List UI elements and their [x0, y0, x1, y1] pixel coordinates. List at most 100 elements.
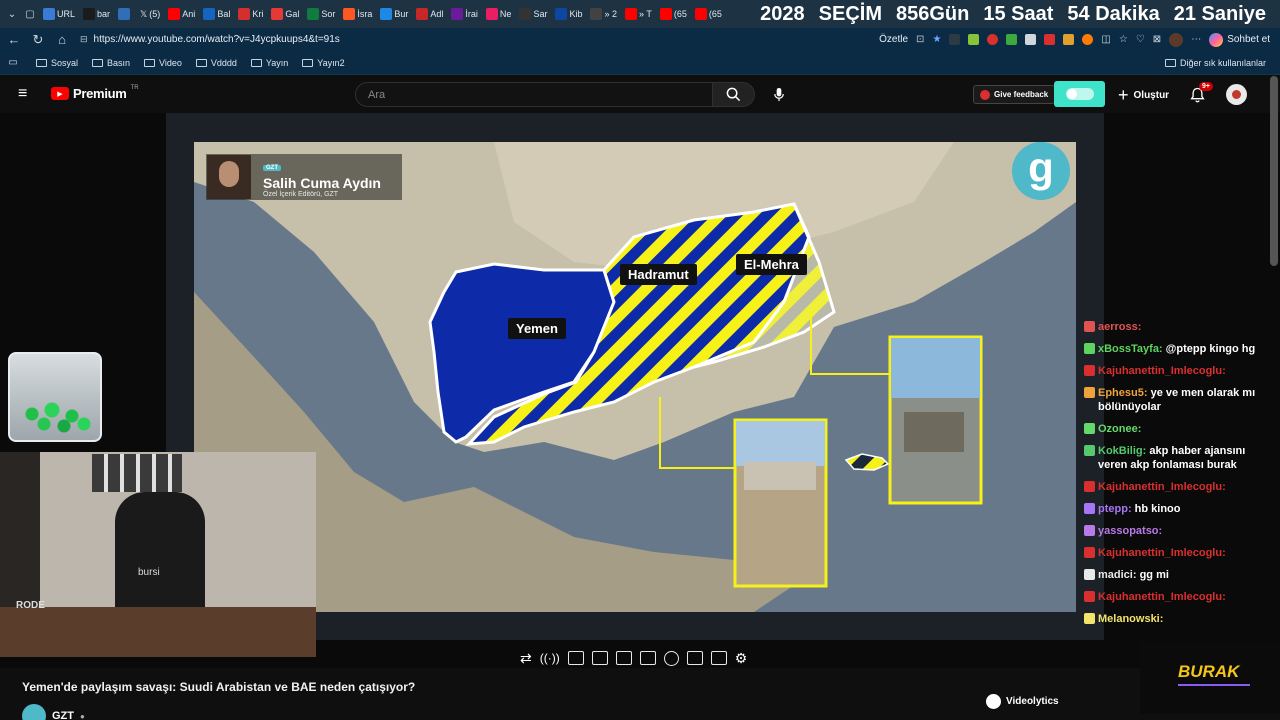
chat-message: Kajuhanettin_Imlecoglu: — [1078, 586, 1268, 608]
browser-tab[interactable]: Kri — [235, 0, 266, 28]
browser-tab[interactable]: Gal — [268, 0, 302, 28]
extension-toggle-button[interactable] — [1054, 81, 1105, 107]
tab-favicon-icon — [271, 8, 284, 20]
search-input[interactable]: Ara — [355, 82, 713, 107]
photo-box-left-building — [744, 462, 816, 490]
chat-message: yassopatso: — [1078, 520, 1268, 542]
collections-icon[interactable]: ⊠ — [1153, 34, 1161, 45]
search-button[interactable] — [713, 82, 755, 107]
chapters-icon[interactable] — [591, 651, 608, 665]
extension-icon-8[interactable] — [1082, 34, 1094, 45]
browser-tab[interactable]: URL — [40, 0, 78, 28]
chat-message: xBossTayfa: @ptepp kingo hg — [1078, 338, 1268, 360]
browser-tab[interactable]: » 2 — [587, 0, 620, 28]
subtitles-icon[interactable] — [567, 651, 584, 665]
extension-icon-1[interactable] — [949, 34, 961, 45]
youtube-play-icon: ▶ — [51, 87, 69, 100]
hamburger-menu-icon[interactable]: ≡ — [18, 86, 27, 102]
give-feedback-button[interactable]: Give feedback — [973, 85, 1056, 104]
site-info-icon[interactable]: ⊟ — [80, 34, 88, 45]
browser-tab[interactable]: Ne — [483, 0, 515, 28]
bookmark-folder[interactable]: Sosyal — [36, 58, 78, 68]
browser-tab[interactable]: (65 — [692, 0, 725, 28]
video-title: Yemen'de paylaşım savaşı: Suudi Arabista… — [22, 680, 416, 694]
chat-message: Kajuhanettin_Imlecoglu: — [1078, 542, 1268, 564]
account-avatar[interactable] — [1226, 84, 1247, 105]
other-bookmarks[interactable]: Diğer sık kullanılanlar — [1164, 58, 1266, 68]
reload-icon[interactable]: ↻ — [26, 32, 50, 48]
folder-icon — [36, 58, 47, 67]
extension-icon-7[interactable] — [1063, 34, 1075, 45]
notifications-button[interactable]: 9+ — [1190, 82, 1213, 105]
browser-tab-x[interactable]: 𝕏 (5) — [137, 0, 163, 28]
frame-step-icon[interactable] — [686, 651, 703, 665]
screenshot-icon[interactable] — [710, 651, 727, 665]
settings-gear-icon[interactable]: ⚙ — [735, 650, 748, 667]
more-icon[interactable]: ⋯ — [1191, 34, 1201, 45]
favorites-icon[interactable]: ☆ — [1119, 34, 1128, 45]
browser-tab[interactable]: İsra — [340, 0, 375, 28]
browser-tab[interactable]: Ani — [165, 0, 198, 28]
bookmark-folder[interactable]: Vdddd — [195, 58, 237, 68]
bookmark-folder[interactable]: Video — [144, 58, 182, 68]
read-aloud-icon[interactable]: ⊡ — [916, 34, 924, 45]
videolytics-button[interactable]: Videolytics — [986, 694, 1059, 709]
home-icon[interactable]: ⌂ — [50, 32, 74, 47]
bookmark-folder[interactable]: Yayın2 — [302, 58, 345, 68]
channel-avatar[interactable] — [22, 704, 46, 720]
extension-icon-6[interactable] — [1044, 34, 1056, 45]
browser-tab[interactable]: (65 — [657, 0, 690, 28]
youtube-logo[interactable]: ▶ Premium TR — [51, 85, 139, 101]
tab-favicon-icon — [451, 8, 464, 20]
split-screen-icon[interactable]: ◫ — [1101, 34, 1110, 45]
videolytics-label: Videolytics — [1006, 696, 1059, 707]
extension-icon-5[interactable] — [1025, 34, 1037, 45]
browser-tab[interactable]: Adl — [413, 0, 446, 28]
picture-in-picture-icon[interactable] — [615, 651, 632, 665]
browser-tab[interactable]: Bur — [377, 0, 411, 28]
favorite-star-icon[interactable]: ★ — [932, 34, 941, 45]
theater-mode-icon[interactable] — [639, 651, 656, 665]
summarize-button[interactable]: Özetle — [879, 34, 908, 45]
channel-name[interactable]: GZT — [52, 710, 74, 720]
folder-icon — [92, 58, 104, 67]
extension-icon-4[interactable] — [1006, 34, 1018, 45]
presenter-name: Salih Cuma Aydın — [263, 175, 381, 191]
browser-tab[interactable]: » T — [622, 0, 655, 28]
speed-icon[interactable] — [663, 650, 679, 666]
extension-icon-3[interactable] — [987, 34, 999, 45]
browser-tab[interactable]: bar — [80, 0, 113, 28]
copilot-chat-button[interactable]: Sohbet et — [1209, 32, 1270, 47]
chat-message-body: Ozonee: — [1098, 422, 1141, 436]
countdown-minutes: 54 Dakika — [1067, 2, 1160, 25]
tab-label: » T — [638, 9, 652, 19]
url-field[interactable]: ⊟ https://www.youtube.com/watch?v=J4ycpk… — [80, 28, 340, 51]
chat-badge-icon — [1084, 387, 1095, 398]
browser-tab[interactable]: Sor — [304, 0, 338, 28]
voice-search-button[interactable] — [766, 82, 791, 107]
bookmark-folder[interactable]: Yayın — [250, 58, 288, 68]
bookmark-folder[interactable]: Basın — [92, 58, 130, 68]
browser-tab[interactable]: Bal — [200, 0, 233, 28]
page-scrollbar[interactable] — [1270, 76, 1278, 266]
loop-icon[interactable]: ⇄ — [520, 650, 532, 667]
bookmarks-menu-icon[interactable]: ▭ — [0, 57, 26, 68]
chat-message-body: aerross: — [1098, 320, 1141, 334]
tab-label: Adl — [430, 9, 444, 19]
browser-tab[interactable] — [115, 0, 135, 28]
copilot-heart-icon[interactable]: ♡ — [1136, 34, 1145, 45]
browser-tab[interactable]: Sar — [516, 0, 550, 28]
workspaces-icon[interactable]: ▢ — [22, 9, 38, 20]
tab-list-chevron-icon[interactable]: ⌄ — [4, 9, 20, 20]
create-button[interactable]: + Oluştur — [1118, 85, 1169, 105]
audio-icon[interactable]: ((·)) — [540, 651, 560, 665]
election-countdown: 2028 SEÇİM 856Gün 15 Saat 54 Dakika 21 S… — [760, 0, 1280, 28]
chat-username: Kajuhanettin_Imlecoglu: — [1098, 481, 1226, 493]
browser-tab[interactable]: Kib — [552, 0, 585, 28]
profile-avatar[interactable] — [1169, 32, 1184, 47]
extension-icon-2[interactable] — [968, 34, 980, 45]
back-icon[interactable]: ← — [2, 32, 26, 47]
browser-tab[interactable]: İrai — [448, 0, 481, 28]
tab-label: Ne — [499, 9, 512, 19]
chat-username: xBossTayfa: — [1098, 343, 1163, 355]
